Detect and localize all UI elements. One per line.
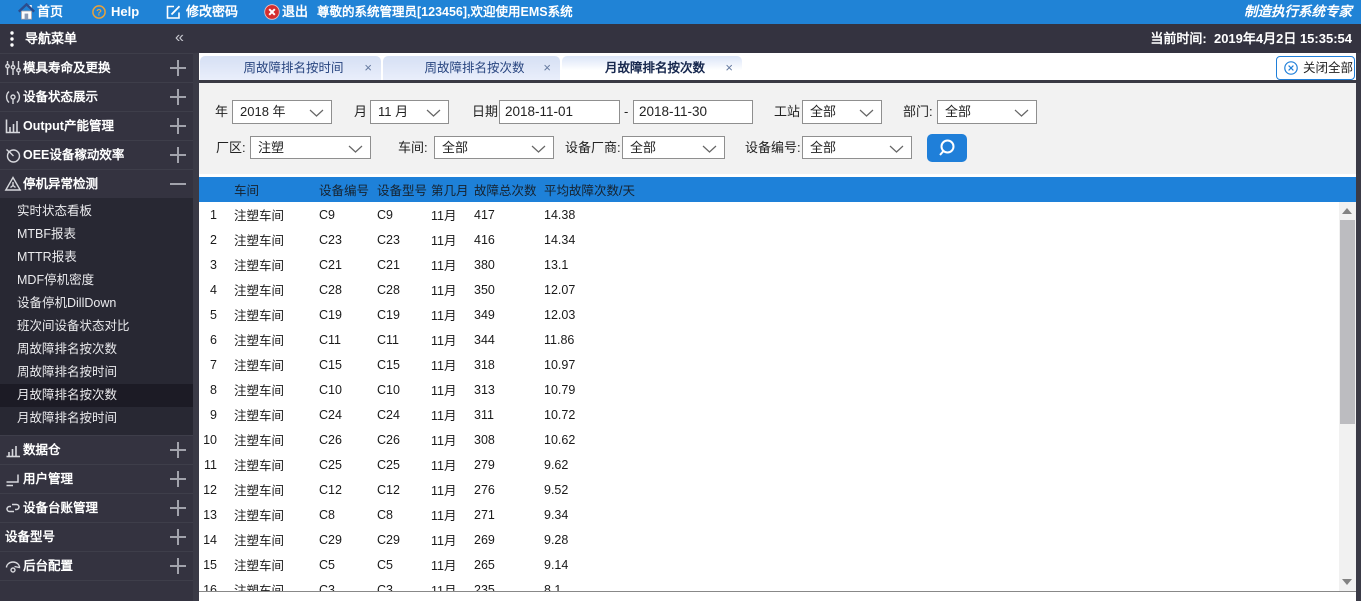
svg-text:?: ? bbox=[96, 7, 102, 18]
